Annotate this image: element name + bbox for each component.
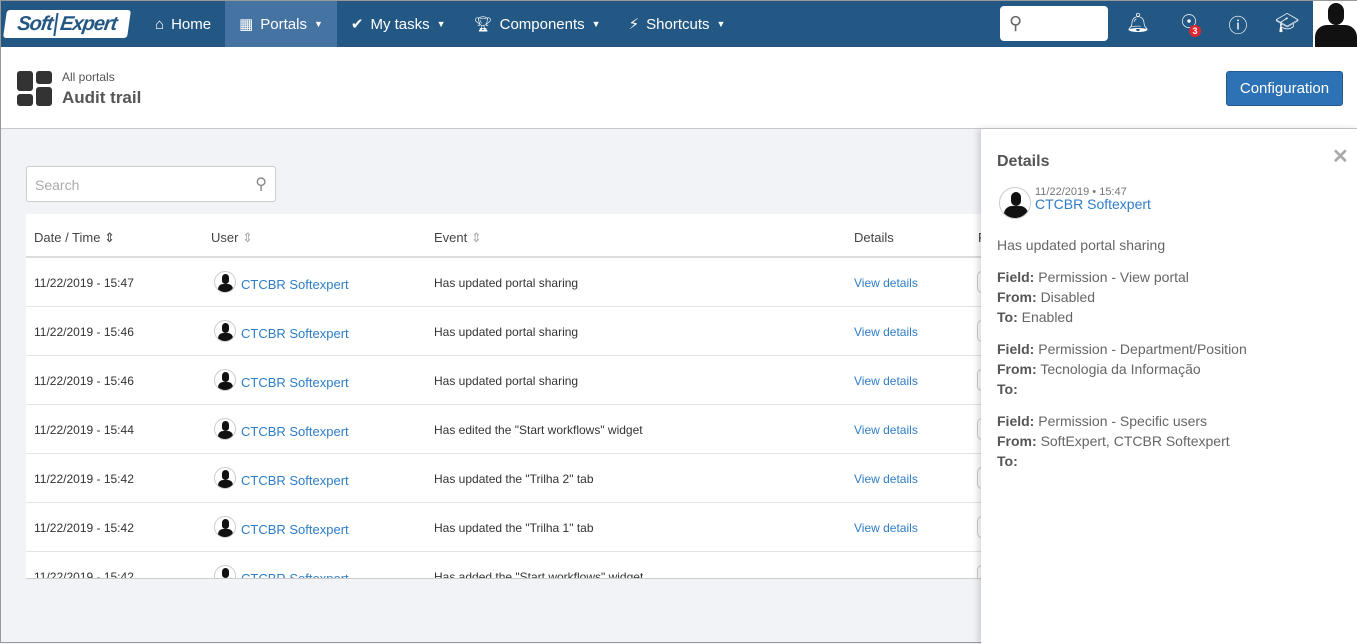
change-field: Field: Permission - View portal [997,269,1189,285]
home-icon: ⌂ [155,15,165,33]
nav-my-tasks[interactable]: ✔ My tasks ▼ [337,1,460,47]
change-field: Field: Permission - Specific users [997,413,1208,429]
table-header: Date / Time ⇕ User ⇕ Event ⇕ Details P [26,214,981,258]
row-user-link[interactable]: CTCBR Softexpert [241,473,349,488]
check-icon: ✔ [350,16,364,33]
table-row[interactable]: 11/22/2019 - 15:42 CTCBR Softexpert Has … [26,552,981,579]
change-from: From: SoftExpert, CTCBR Softexpert [997,433,1230,449]
row-user-link[interactable]: CTCBR Softexpert [241,424,349,439]
row-user-link[interactable]: CTCBR Softexpert [241,277,349,292]
view-details-link[interactable]: View details [854,423,918,437]
configuration-button[interactable]: Configuration [1226,71,1343,106]
help-icon[interactable]: ⓘ [1225,11,1251,38]
view-details-link[interactable]: View details [854,374,918,388]
avatar [214,369,236,391]
table-row[interactable]: 11/22/2019 - 15:46 CTCBR Softexpert Has … [26,356,981,405]
row-date: 11/22/2019 - 15:46 [34,325,134,339]
softexpert-logo[interactable]: Soft Expert [3,10,131,38]
user-avatar[interactable] [1313,1,1357,47]
row-event: Has updated portal sharing [434,276,579,290]
nav-shortcuts[interactable]: ⚡︎ Shortcuts ▼ [615,1,740,47]
portals-icon: ▦ [239,16,254,33]
change-to: To: [997,381,1018,397]
close-icon[interactable]: ✕ [1332,144,1349,169]
change-to: To: Enabled [997,309,1074,325]
caret-down-icon: ▼ [716,19,726,29]
graduation-cap-icon[interactable]: 🎓︎ [1274,11,1300,35]
row-event: Has updated the "Trilha 1" tab [434,521,594,535]
avatar [999,187,1031,219]
trophy-icon: 🏆︎ [473,16,493,33]
row-date: 11/22/2019 - 15:47 [34,276,134,290]
breadcrumb[interactable]: All portals [62,70,115,84]
avatar [214,467,236,489]
row-event: Has updated portal sharing [434,374,579,388]
global-search[interactable]: ⚲ [1000,6,1108,41]
col-event[interactable]: Event ⇕ [434,230,482,246]
bell-icon[interactable]: 🔔︎ [1125,11,1151,35]
row-date: 11/22/2019 - 15:42 [34,521,134,535]
avatar [214,418,236,440]
table-row[interactable]: 11/22/2019 - 15:42 CTCBR Softexpert Has … [26,503,981,552]
change-from: From: Tecnologia da Informação [997,361,1201,377]
panel-summary: Has updated portal sharing [997,237,1166,253]
avatar [214,565,236,578]
table-row[interactable]: 11/22/2019 - 15:46 CTCBR Softexpert Has … [26,307,981,356]
page-title: Audit trail [62,88,142,107]
change-field: Field: Permission - Department/Position [997,341,1247,357]
nav-portals[interactable]: ▦ Portals ▼ [225,1,337,47]
caret-down-icon: ▼ [591,19,601,29]
details-panel: Details ✕ 11/22/2019 • 15:47 CTCBR Softe… [981,129,1357,644]
view-details-link[interactable]: View details [854,325,918,339]
change-from: From: Disabled [997,289,1096,305]
table-row[interactable]: 11/22/2019 - 15:44 CTCBR Softexpert Has … [26,405,981,454]
avatar [214,516,236,538]
row-event: Has updated the "Trilha 2" tab [434,472,594,486]
nav-home[interactable]: ⌂ Home [141,1,225,47]
row-user-link[interactable]: CTCBR Softexpert [241,522,349,537]
audit-table: Date / Time ⇕ User ⇕ Event ⇕ Details P 1… [26,214,981,579]
notification-badge: 3 [1189,25,1201,37]
avatar [214,320,236,342]
row-date: 11/22/2019 - 15:42 [34,570,134,579]
col-user[interactable]: User ⇕ [211,230,253,246]
top-nav: Soft Expert ⌂ Home ▦ Portals ▼ ✔ My tasks ▼ 🏆︎ Com… [1,1,1357,47]
row-user-link[interactable]: CTCBR Softexpert [241,375,349,390]
bolt-icon: ⚡︎ [628,16,640,33]
table-row[interactable]: 11/22/2019 - 15:42 CTCBR Softexpert Has … [26,454,981,503]
search-icon[interactable]: ⚲ [255,174,267,194]
col-date[interactable]: Date / Time ⇕ [34,230,115,246]
search-icon: ⚲ [1009,13,1023,33]
row-user-link[interactable]: CTCBR Softexpert [241,326,349,341]
row-date: 11/22/2019 - 15:42 [34,472,134,486]
caret-down-icon: ▼ [313,19,323,29]
col-details: Details [854,230,894,245]
view-details-link[interactable]: View details [854,472,918,486]
panel-title: Details [997,153,1050,170]
portals-icon [17,71,52,106]
row-event: Has edited the "Start workflows" widget [434,423,643,437]
page-header: All portals Audit trail Configuration [1,47,1357,129]
view-details-link[interactable]: View details [854,521,918,535]
caret-down-icon: ▼ [436,19,446,29]
row-event: Has added the "Start workflows" widget [434,570,644,579]
search-placeholder: Search [35,177,80,193]
search-input[interactable]: Search ⚲ [26,166,276,202]
row-user-link[interactable]: CTCBR Softexpert [241,571,349,578]
avatar [214,271,236,293]
view-details-link[interactable]: View details [854,276,918,290]
change-to: To: [997,453,1018,469]
row-event: Has updated portal sharing [434,325,579,339]
nav-components[interactable]: 🏆︎ Components ▼ [460,1,615,47]
row-date: 11/22/2019 - 15:44 [34,423,134,437]
row-date: 11/22/2019 - 15:46 [34,374,134,388]
panel-user-link[interactable]: CTCBR Softexpert [1035,196,1151,212]
table-row[interactable]: 11/22/2019 - 15:47 CTCBR Softexpert Has … [26,258,981,307]
